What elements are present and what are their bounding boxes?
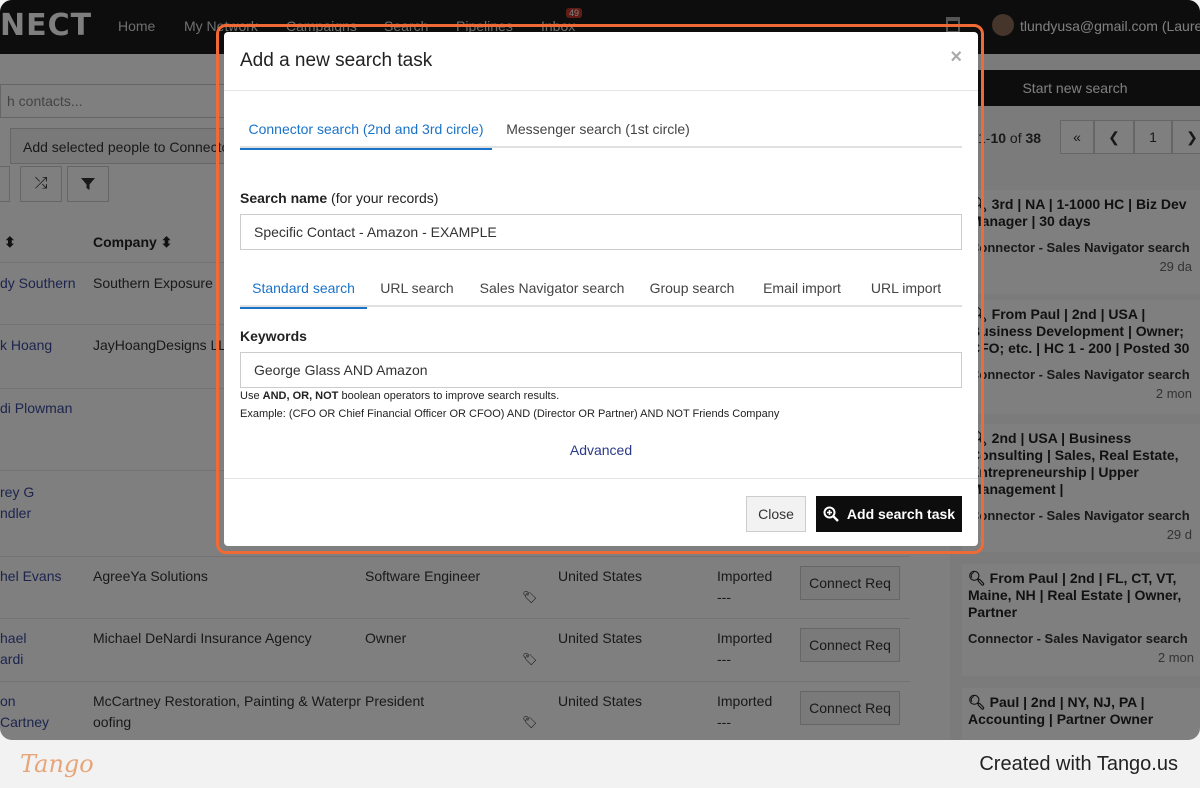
tab-url-search[interactable]: URL search xyxy=(367,269,467,307)
tab-messenger-search[interactable]: Messenger search (1st circle) xyxy=(492,110,704,148)
keywords-example-text: Example: (CFO OR Chief Financial Officer… xyxy=(240,408,780,420)
search-name-label: Search name (for your records) xyxy=(240,190,439,206)
close-button[interactable]: Close xyxy=(746,496,806,532)
tab-connector-search[interactable]: Connector search (2nd and 3rd circle) xyxy=(240,110,492,150)
tango-credit: Created with Tango.us xyxy=(979,753,1178,775)
app-window: NECT Home My Network Campaigns Search Pi… xyxy=(0,0,1200,740)
tab-sales-navigator-search[interactable]: Sales Navigator search xyxy=(467,269,637,307)
search-plus-icon xyxy=(823,506,839,522)
tab-group-search[interactable]: Group search xyxy=(637,269,747,307)
keywords-input[interactable] xyxy=(240,352,962,388)
modal-header: Add a new search task × xyxy=(224,32,978,91)
keywords-label: Keywords xyxy=(240,328,307,344)
add-search-task-modal: Add a new search task × Connector search… xyxy=(224,32,978,546)
add-search-task-label: Add search task xyxy=(846,506,956,522)
search-name-input[interactable] xyxy=(240,214,962,250)
tab-standard-search[interactable]: Standard search xyxy=(240,269,367,309)
advanced-link[interactable]: Advanced xyxy=(224,442,978,458)
search-source-tabs: Standard search URL search Sales Navigat… xyxy=(240,269,962,309)
tab-email-import[interactable]: Email import xyxy=(747,269,857,307)
tango-logo: Tango xyxy=(20,750,94,778)
tango-footer: Tango Created with Tango.us xyxy=(0,740,1200,788)
close-icon[interactable]: × xyxy=(950,46,962,69)
modal-title: Add a new search task xyxy=(240,50,433,71)
search-mode-tabs: Connector search (2nd and 3rd circle) Me… xyxy=(240,110,962,150)
keywords-help-text: Use AND, OR, NOT boolean operators to im… xyxy=(240,390,560,402)
add-search-task-button[interactable]: Add search task xyxy=(816,496,962,532)
tab-url-import[interactable]: URL import xyxy=(857,269,955,307)
modal-footer: Close Add search task xyxy=(224,478,978,546)
